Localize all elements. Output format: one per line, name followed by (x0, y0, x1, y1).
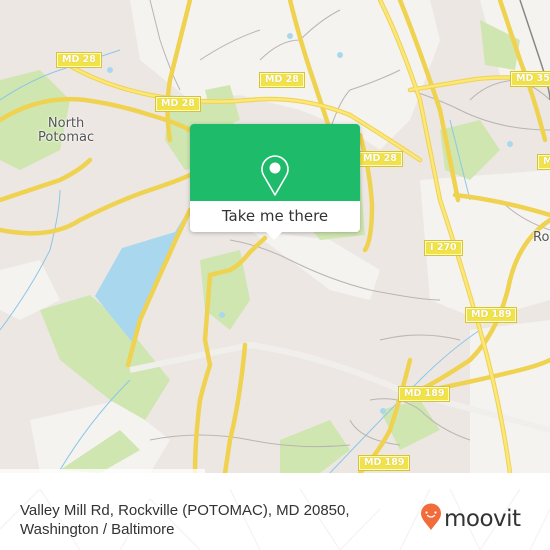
popup-header (190, 124, 360, 201)
road-shield: MD 189 (357, 455, 411, 471)
location-popup: Take me there (190, 124, 360, 240)
place-label-rockville: Ro (533, 230, 550, 245)
take-me-there-button[interactable]: Take me there (190, 201, 360, 232)
moovit-pin-icon (420, 503, 442, 535)
road-shield: MD 189 (464, 307, 518, 323)
footer: Valley Mill Rd, Rockville (POTOMAC), MD … (0, 489, 550, 550)
road-shield: MD 28 (357, 151, 403, 167)
road-shield: MD 28 (155, 96, 201, 112)
moovit-logo[interactable]: moovit (420, 503, 521, 535)
address-line-1: Valley Mill Rd, Rockville (POTOMAC), MD … (20, 502, 350, 519)
map-attribution[interactable]: © OpenStreetMap contributors (0, 469, 205, 473)
place-label-line1: North (47, 116, 85, 131)
popup-pointer (265, 231, 283, 240)
place-label-north-potomac: North Potomac (38, 117, 94, 145)
road-shield: MD (536, 154, 550, 170)
map-canvas[interactable]: North Potomac Ro MD 28 MD 28 MD 28 MD 28… (0, 0, 550, 473)
road-shield: I 270 (424, 240, 463, 256)
place-label-line2: Potomac (38, 130, 95, 145)
road-shield: MD 28 (259, 72, 305, 88)
moovit-logo-text: moovit (444, 506, 521, 532)
road-shield: MD 189 (397, 386, 451, 402)
road-shield: MD 355 (509, 71, 550, 87)
location-address: Valley Mill Rd, Rockville (POTOMAC), MD … (20, 501, 350, 539)
address-line-2: Washington / Baltimore (20, 521, 175, 538)
road-shield: MD 28 (56, 52, 102, 68)
